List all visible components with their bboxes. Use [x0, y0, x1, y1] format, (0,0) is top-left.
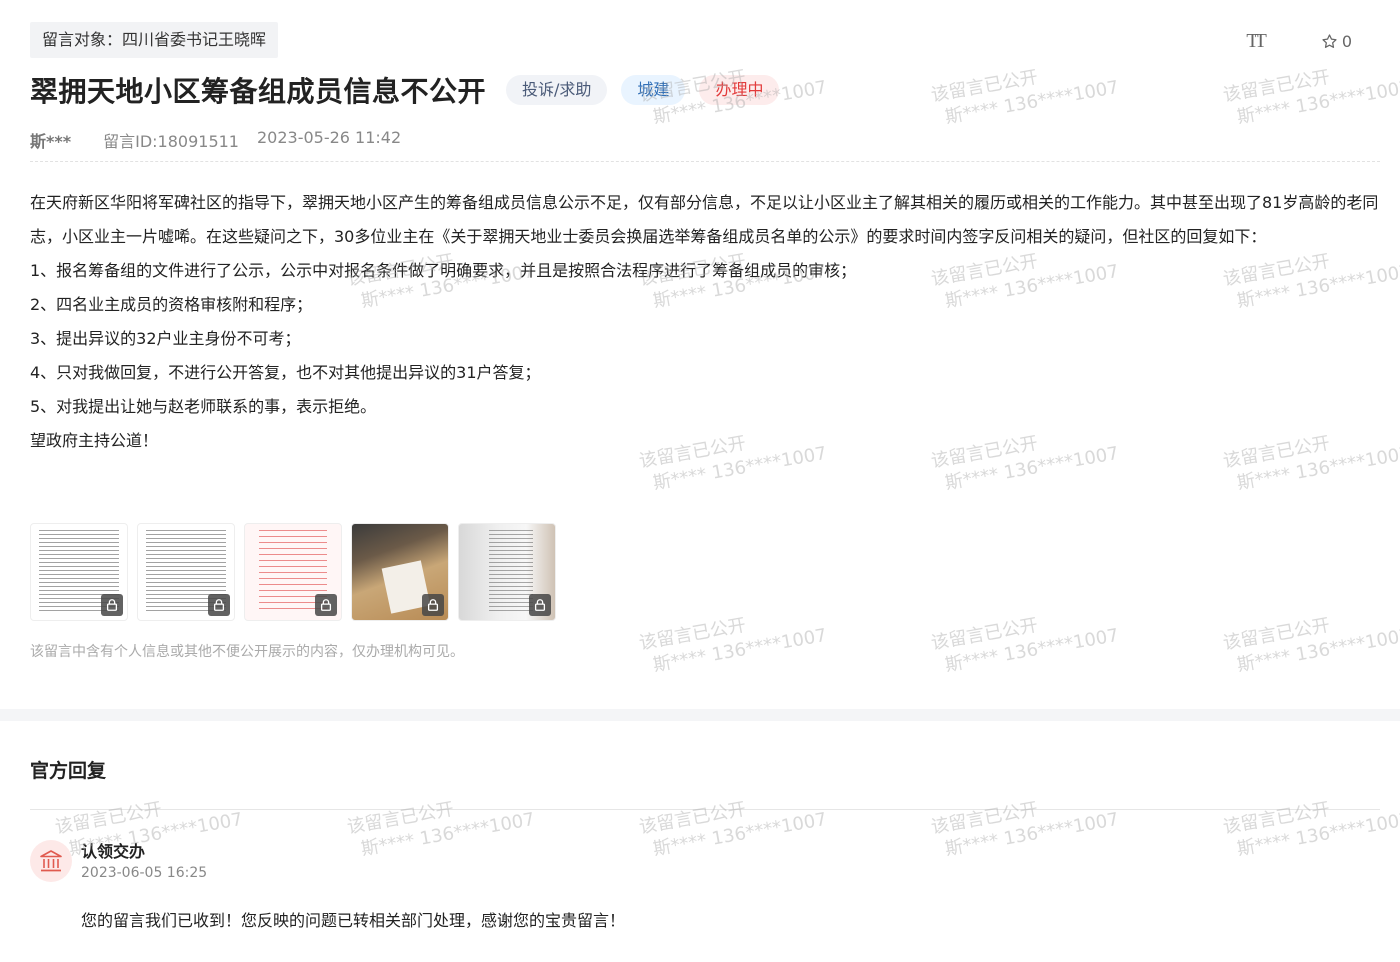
watermark: 该留言已公开 斯**** 136****1007 [637, 798, 829, 861]
message-content: 在天府新区华阳将军碑社区的指导下，翠拥天地小区产生的筹备组成员信息公示不足，仅有… [30, 186, 1382, 458]
watermark: 该留言已公开 斯**** 136****1007 [1221, 614, 1400, 677]
lock-icon [208, 594, 230, 616]
private-content-note: 该留言中含有个人信息或其他不便公开展示的内容，仅办理机构可见。 [30, 644, 464, 660]
attachment-list [30, 523, 556, 621]
attachment-thumbnail[interactable] [30, 523, 128, 621]
message-id: 留言ID:18091511 [103, 132, 239, 151]
reply-author: 认领交办 [81, 842, 146, 861]
section-separator [0, 709, 1400, 721]
lock-icon [315, 594, 337, 616]
attachment-thumbnail[interactable] [458, 523, 556, 621]
content-paragraph: 2、四名业主成员的资格审核附和程序； [30, 295, 313, 314]
title-row: 翠拥天地小区筹备组成员信息不公开 投诉/求助 城建 办理中 [30, 70, 780, 110]
content-paragraph: 在天府新区华阳将军碑社区的指导下，翠拥天地小区产生的筹备组成员信息公示不足，仅有… [30, 193, 1379, 246]
star-icon [1322, 34, 1337, 48]
content-paragraph: 5、对我提出让她与赵老师联系的事，表示拒绝。 [30, 397, 377, 416]
watermark: 该留言已公开 斯**** 136****1007 [1221, 66, 1400, 129]
category-tag: 城建 [621, 75, 686, 105]
message-meta: 斯*** 留言ID:18091511 2023-05-26 11:42 [30, 128, 401, 152]
message-datetime: 2023-05-26 11:42 [256, 128, 402, 147]
author-name: 斯*** [30, 132, 72, 151]
watermark: 该留言已公开 斯**** 136****1007 [929, 66, 1121, 129]
status-badge: 办理中 [699, 75, 780, 105]
favorite-count: 0 [1341, 32, 1352, 51]
lock-icon [101, 594, 123, 616]
content-paragraph: 4、只对我做回复，不进行公开答复，也不对其他提出异议的31户答复； [30, 363, 541, 382]
watermark: 该留言已公开 斯**** 136****1007 [637, 614, 829, 677]
attachment-thumbnail[interactable] [351, 523, 449, 621]
watermark: 该留言已公开 斯**** 136****1007 [1221, 798, 1400, 861]
header-divider [30, 161, 1380, 162]
font-size-icon[interactable]: TT [1246, 30, 1267, 53]
lock-icon [422, 594, 444, 616]
favorite-button[interactable]: 0 [1321, 32, 1352, 51]
toolbar: TT 0 [1246, 30, 1352, 53]
government-building-icon [30, 840, 72, 882]
attachment-thumbnail[interactable] [137, 523, 235, 621]
lock-icon [529, 594, 551, 616]
attachment-thumbnail[interactable] [244, 523, 342, 621]
watermark: 该留言已公开 斯**** 136****1007 [929, 798, 1121, 861]
watermark: 该留言已公开 斯**** 136****1007 [345, 798, 537, 861]
content-paragraph: 3、提出异议的32户业主身份不可考； [30, 329, 301, 348]
message-target-label: 留言对象：四川省委书记王晓晖 [30, 22, 279, 58]
content-paragraph: 望政府主持公道！ [30, 431, 159, 450]
reply-content: 您的留言我们已收到！您反映的问题已转相关部门处理，感谢您的宝贵留言！ [81, 911, 626, 930]
reply-time: 2023-06-05 16:25 [81, 865, 208, 881]
reply-divider [30, 809, 1380, 810]
content-paragraph: 1、报名筹备组的文件进行了公示，公示中对报名条件做了明确要求，并且是按照合法程序… [30, 261, 857, 280]
type-tag: 投诉/求助 [506, 75, 608, 105]
watermark: 该留言已公开 斯**** 136****1007 [929, 614, 1121, 677]
page-title: 翠拥天地小区筹备组成员信息不公开 [30, 75, 487, 108]
official-reply-heading: 官方回复 [30, 760, 107, 782]
